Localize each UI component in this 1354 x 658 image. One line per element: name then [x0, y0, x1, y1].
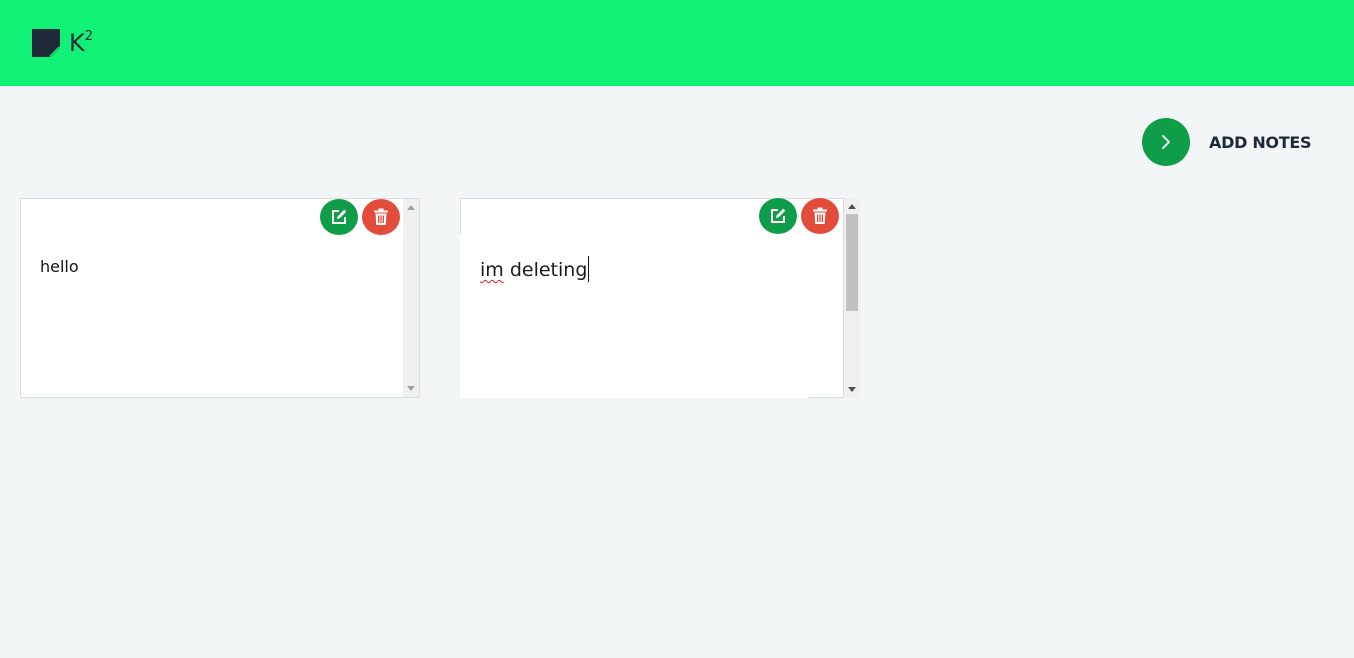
text-cursor [588, 256, 590, 282]
edit-note-button[interactable] [759, 198, 797, 234]
scroll-down-icon[interactable] [848, 387, 856, 392]
note-text-rest: deleting [503, 259, 588, 281]
brand-name: K2 [69, 29, 94, 57]
note-scrollbar[interactable] [844, 198, 860, 398]
note-text: im deleting [480, 256, 590, 282]
edit-note-button[interactable] [320, 199, 358, 235]
note-actions [320, 199, 400, 235]
logo[interactable]: K2 [32, 29, 93, 57]
trash-icon [813, 207, 827, 224]
note-actions [759, 198, 839, 234]
edit-icon [771, 208, 786, 223]
note-text: hello [40, 257, 79, 276]
delete-note-button[interactable] [362, 199, 400, 235]
add-notes-button[interactable]: ADD NOTES [1142, 118, 1311, 166]
chevron-right-icon [1162, 135, 1170, 149]
delete-note-button[interactable] [801, 198, 839, 234]
note-card: im deleting [460, 198, 860, 398]
add-notes-label[interactable]: ADD NOTES [1209, 133, 1311, 152]
scroll-thumb[interactable] [846, 214, 858, 311]
note-card: hello [20, 198, 420, 398]
edit-icon [332, 209, 347, 224]
scroll-up-icon[interactable] [848, 204, 856, 209]
note-scrollbar[interactable] [403, 199, 419, 397]
sticky-note-icon [32, 29, 60, 57]
misspelled-word: im [480, 259, 504, 281]
trash-icon [374, 208, 388, 225]
add-notes-circle[interactable] [1142, 118, 1190, 166]
app-header: K2 [0, 0, 1354, 86]
scroll-up-icon[interactable] [407, 205, 415, 210]
scroll-down-icon[interactable] [407, 386, 415, 391]
